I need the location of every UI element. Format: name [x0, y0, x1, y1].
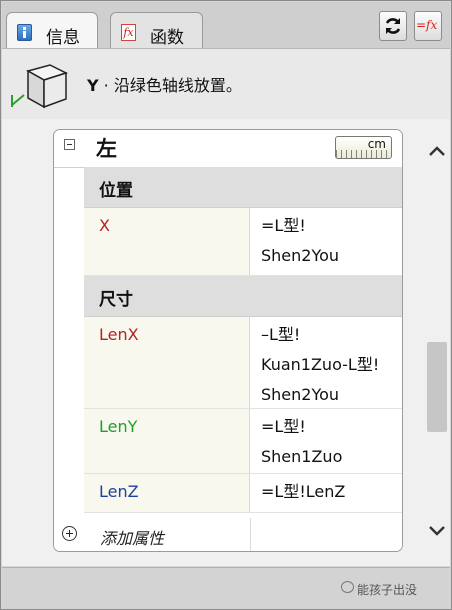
- attribute-row-lenz[interactable]: LenZ =L型!LenZ: [84, 474, 402, 513]
- ruler-icon: [336, 150, 391, 158]
- attribute-name: X: [99, 216, 110, 235]
- attribute-name-cell: LenZ: [84, 474, 250, 512]
- attribute-value: =L型! Shen2You: [261, 216, 340, 265]
- unit-label: cm: [367, 137, 386, 151]
- attribute-value: –L型! Kuan1Zuo-L型! Shen2You: [261, 325, 380, 404]
- section-size: 尺寸: [84, 276, 402, 317]
- attribute-name: LenZ: [99, 482, 139, 501]
- section-size-label: 尺寸: [99, 290, 133, 310]
- component-panel: 左 cm 位置 X =L型! Shen2You 尺寸 LenX –L型! Kua…: [53, 129, 403, 552]
- status-footer: 能孩子出没: [2, 567, 450, 609]
- scroll-down-icon[interactable]: [428, 525, 446, 537]
- wechat-icon: [341, 581, 354, 593]
- axis-placement-text: · 沿绿色轴线放置。: [98, 76, 242, 95]
- attribute-row-lenx[interactable]: LenX –L型! Kuan1Zuo-L型! Shen2You: [84, 317, 402, 409]
- attribute-value-cell[interactable]: –L型! Kuan1Zuo-L型! Shen2You: [250, 317, 402, 408]
- attribute-value: =L型!LenZ: [261, 482, 346, 501]
- toggle-formula-button[interactable]: =fx: [414, 11, 442, 41]
- tab-info-label: 信息: [46, 28, 80, 48]
- tab-bar: 信息 fx 函数 =fx: [2, 2, 450, 48]
- attribute-value-cell[interactable]: =L型! Shen1Zuo: [250, 409, 402, 473]
- tab-info[interactable]: 信息: [6, 12, 98, 48]
- watermark: 能孩子出没: [357, 583, 418, 597]
- attributes-table: 位置 X =L型! Shen2You 尺寸 LenX –L型! Kuan1Zuo…: [84, 167, 402, 513]
- header-description: Y · 沿绿色轴线放置。: [87, 72, 242, 96]
- function-icon: fx: [121, 24, 136, 41]
- refresh-button[interactable]: [379, 11, 407, 41]
- formula-fx-icon: =fx: [416, 18, 438, 32]
- component-attributes-window: 信息 fx 函数 =fx Y · 沿绿色轴线放置。 左 cm 位置 X =L型!…: [0, 0, 452, 610]
- attribute-row-leny[interactable]: LenY =L型! Shen1Zuo: [84, 409, 402, 474]
- refresh-icon: [385, 18, 401, 34]
- attribute-name-cell: LenX: [84, 317, 250, 408]
- collapse-icon[interactable]: [64, 139, 75, 150]
- attribute-name-cell: X: [84, 208, 250, 275]
- info-icon: [17, 24, 32, 41]
- attributes-scroll-area: 左 cm 位置 X =L型! Shen2You 尺寸 LenX –L型! Kua…: [2, 119, 450, 566]
- unit-selector[interactable]: cm: [335, 136, 392, 159]
- attribute-row-x[interactable]: X =L型! Shen2You: [84, 208, 402, 276]
- section-position: 位置: [84, 167, 402, 208]
- tab-functions-label: 函数: [150, 28, 184, 48]
- vertical-scrollbar[interactable]: [423, 119, 450, 566]
- selection-header: Y · 沿绿色轴线放置。: [2, 48, 450, 120]
- attribute-value: =L型! Shen1Zuo: [261, 417, 343, 466]
- attribute-value-cell[interactable]: =L型!LenZ: [250, 474, 402, 512]
- column-divider: [250, 518, 251, 551]
- component-cube-icon: [11, 64, 68, 109]
- add-attribute-row[interactable]: 添加属性: [54, 518, 402, 551]
- component-panel-header: 左 cm: [54, 130, 402, 168]
- tab-functions[interactable]: fx 函数: [110, 12, 203, 48]
- attribute-value-cell[interactable]: =L型! Shen2You: [250, 208, 402, 275]
- add-attribute-icon[interactable]: [62, 526, 77, 541]
- attribute-name: LenX: [99, 325, 139, 344]
- scrollbar-thumb[interactable]: [427, 342, 447, 432]
- attribute-name-cell: LenY: [84, 409, 250, 473]
- add-attribute-label[interactable]: 添加属性: [100, 525, 164, 549]
- axis-name: Y: [87, 76, 99, 95]
- section-position-label: 位置: [99, 181, 133, 201]
- scroll-up-icon[interactable]: [428, 145, 446, 157]
- component-title: 左: [96, 137, 117, 161]
- attribute-name: LenY: [99, 417, 138, 436]
